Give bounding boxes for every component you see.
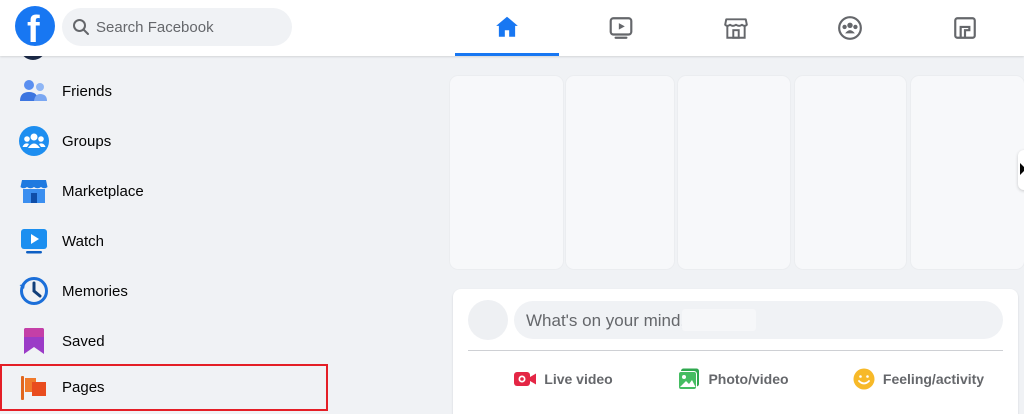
- chevron-right-icon: [1020, 163, 1024, 175]
- tab-home[interactable]: [455, 0, 559, 56]
- whats-on-your-mind-input[interactable]: What's on your mind,: [514, 301, 1003, 339]
- sidebar-item-label: Memories: [62, 282, 128, 300]
- story-card[interactable]: [911, 76, 1024, 269]
- composer-prompt: What's on your mind,: [526, 311, 686, 330]
- feeling-activity-icon: [853, 368, 875, 390]
- facebook-logo-letter: f: [27, 9, 40, 46]
- groups-icon: [18, 125, 50, 157]
- groups-icon: [838, 16, 862, 40]
- home-icon: [496, 16, 518, 37]
- live-video-button[interactable]: Live video: [493, 361, 633, 397]
- photo-video-icon: [678, 368, 700, 390]
- marketplace-icon: [18, 175, 50, 207]
- watch-icon: [18, 225, 50, 257]
- user-name-placeholder: [682, 309, 756, 331]
- watch-icon: [609, 17, 633, 39]
- avatar[interactable]: [468, 300, 508, 340]
- stories-next-button[interactable]: [1018, 150, 1024, 190]
- sidebar-item-memories[interactable]: Memories: [0, 267, 330, 315]
- marketplace-icon: [724, 18, 748, 39]
- story-card[interactable]: [450, 76, 563, 269]
- facebook-logo[interactable]: f: [15, 6, 55, 46]
- feeling-activity-button[interactable]: Feeling/activity: [838, 361, 998, 397]
- photo-video-label: Photo/video: [708, 371, 789, 387]
- tab-groups[interactable]: [798, 0, 902, 56]
- divider: [468, 350, 1003, 351]
- sidebar-item-friends[interactable]: Friends: [0, 67, 330, 115]
- sidebar-item-label: Watch: [62, 232, 104, 250]
- sidebar-item-label: Pages: [62, 379, 105, 396]
- search-icon: [73, 19, 89, 35]
- post-composer: What's on your mind, Live video Photo/vi…: [453, 289, 1018, 414]
- sidebar-item-groups[interactable]: Groups: [0, 117, 330, 165]
- sidebar-item-label: Groups: [62, 132, 112, 150]
- story-card[interactable]: [678, 76, 790, 269]
- sidebar-item-label: Friends: [62, 82, 113, 100]
- tab-gaming[interactable]: [913, 0, 1017, 56]
- pages-icon: [18, 372, 50, 404]
- tab-watch[interactable]: [569, 0, 673, 56]
- memories-icon: [18, 275, 50, 307]
- photo-video-button[interactable]: Photo/video: [663, 361, 803, 397]
- story-card[interactable]: [795, 76, 906, 269]
- top-navigation-bar: f: [0, 0, 1024, 56]
- sidebar-item-label: Marketplace: [62, 182, 144, 200]
- sidebar-item-pages[interactable]: Pages: [0, 364, 328, 411]
- search-box[interactable]: [62, 8, 292, 46]
- live-video-label: Live video: [544, 371, 613, 387]
- sidebar-item-saved[interactable]: Saved: [0, 317, 330, 365]
- tab-marketplace[interactable]: [684, 0, 788, 56]
- search-input[interactable]: [96, 8, 286, 46]
- gaming-icon: [954, 17, 976, 39]
- sidebar-item-watch[interactable]: Watch: [0, 217, 330, 265]
- sidebar-item-marketplace[interactable]: Marketplace: [0, 167, 330, 215]
- friends-icon: [18, 75, 50, 107]
- story-card[interactable]: [566, 76, 674, 269]
- feeling-activity-label: Feeling/activity: [882, 371, 985, 387]
- live-video-icon: [514, 372, 537, 386]
- sidebar-item-label: Saved: [62, 332, 105, 350]
- saved-icon: [18, 325, 50, 357]
